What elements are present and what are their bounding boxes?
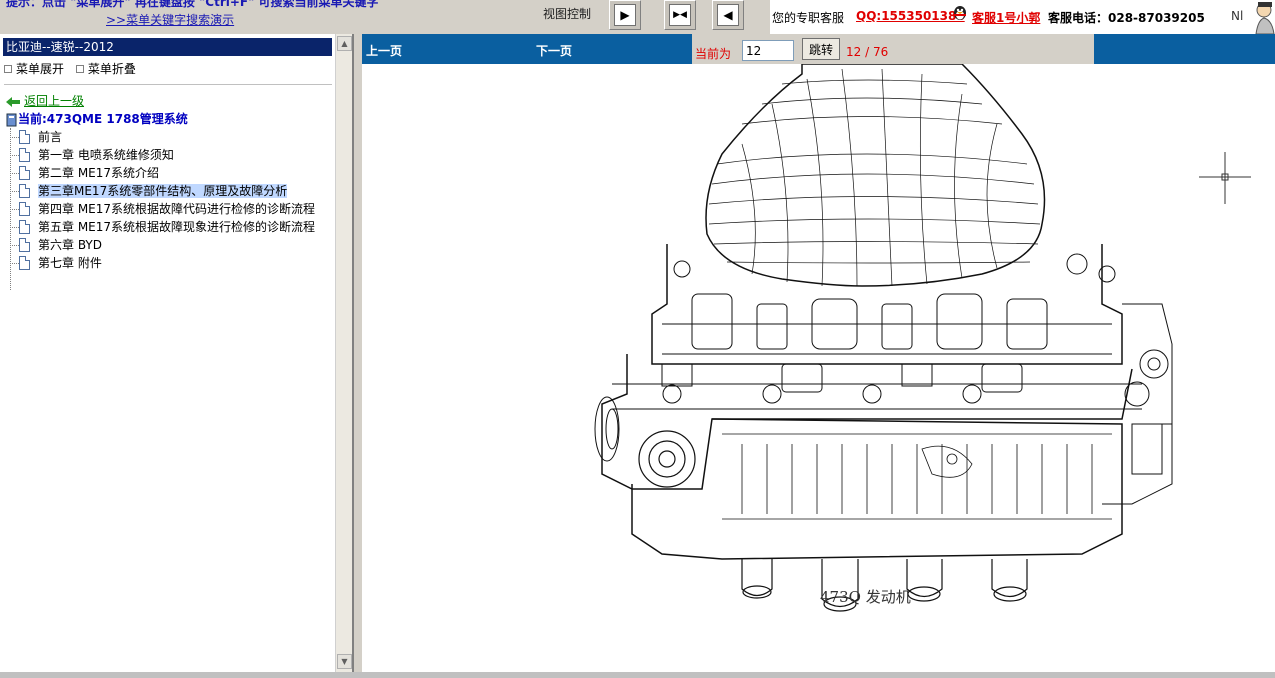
tree-item-chapter-2[interactable]: 第二章 ME17系统介绍 xyxy=(10,164,315,182)
menu-toggle-row: 菜单展开 菜单折叠 xyxy=(4,60,144,77)
content-pane: 上一页 下一页 当前为 跳转 12 / 76 xyxy=(362,34,1275,678)
menu-collapse-button[interactable]: 菜单折叠 xyxy=(75,62,136,76)
expand-box-icon xyxy=(4,64,12,73)
status-bar xyxy=(0,672,1275,678)
scroll-down-icon[interactable]: ▼ xyxy=(337,654,352,669)
tree-item-chapter-7[interactable]: 第七章 附件 xyxy=(10,254,315,272)
tree-item-chapter-6[interactable]: 第六章 BYD xyxy=(10,236,315,254)
document-icon xyxy=(19,130,30,144)
split-arrows-icon: ▶◀ xyxy=(673,9,687,20)
view-expand-right-button[interactable]: ▶ xyxy=(609,0,641,30)
tree-item-preface[interactable]: 前言 xyxy=(10,128,315,146)
next-page-button[interactable]: 下一页 xyxy=(536,42,572,59)
page-navigation-bar: 上一页 下一页 当前为 跳转 12 / 76 xyxy=(362,34,1275,64)
document-icon xyxy=(19,256,30,270)
page-number-input[interactable] xyxy=(742,40,794,61)
arrow-left-icon: ◀ xyxy=(723,8,733,22)
current-page-label: 当前为 xyxy=(695,47,732,61)
divider xyxy=(4,84,332,85)
qq-link[interactable]: QQ:1553501388 xyxy=(856,9,965,23)
back-link[interactable]: 返回上一级 xyxy=(6,92,84,109)
menu-expand-button[interactable]: 菜单展开 xyxy=(4,62,64,76)
document-icon xyxy=(19,220,30,234)
search-hint: 提示：点击 "菜单展开" 再在键盘按 "Ctrl+F" 可搜索当前菜单关键字 xyxy=(6,0,379,9)
document-icon xyxy=(19,166,30,180)
jump-button[interactable]: 跳转 xyxy=(802,38,840,60)
mascot-icon xyxy=(1255,2,1275,34)
current-location: 当前:473QME 1788管理系统 xyxy=(6,110,188,127)
tree-item-chapter-1[interactable]: 第一章 电喷系统维修须知 xyxy=(10,146,315,164)
service-label: 您的专职客服 xyxy=(772,11,845,25)
arrow-right-icon: ▶ xyxy=(620,8,630,22)
engine-diagram xyxy=(594,64,1251,612)
sidebar-scrollbar[interactable]: ▲ ▼ xyxy=(335,34,352,674)
figure-caption: 473Q 发动机 xyxy=(820,588,911,606)
qq-penguin-icon[interactable] xyxy=(950,2,970,22)
tree-item-chapter-3[interactable]: 第三章ME17系统零部件结构、原理及故障分析 xyxy=(10,182,315,200)
document-icon xyxy=(19,202,30,216)
book-icon xyxy=(6,113,17,126)
page-jump-box: 当前为 跳转 12 / 76 xyxy=(692,34,1094,64)
sidebar-title: 比亚迪--速锐--2012 xyxy=(3,38,332,56)
collapse-box-icon xyxy=(75,64,84,73)
page-count: 12 / 76 xyxy=(846,45,889,59)
top-toolbar: 提示：点击 "菜单展开" 再在键盘按 "Ctrl+F" 可搜索当前菜单关键字 >… xyxy=(0,0,1275,34)
document-icon xyxy=(19,148,30,162)
service-agent-link[interactable]: 客服1号小郭 xyxy=(972,9,1040,26)
service-phone: 客服电话：028-87039205 xyxy=(1048,11,1205,25)
scroll-up-icon[interactable]: ▲ xyxy=(337,36,352,51)
tree-item-chapter-4[interactable]: 第四章 ME17系统根据故障代码进行检修的诊断流程 xyxy=(10,200,315,218)
tree-item-chapter-5[interactable]: 第五章 ME17系统根据故障现象进行检修的诊断流程 xyxy=(10,218,315,236)
document-icon xyxy=(19,184,30,198)
view-expand-left-button[interactable]: ◀ xyxy=(712,0,744,30)
search-demo-link[interactable]: >>菜单关键字搜索演示 xyxy=(106,11,234,28)
view-control-label: 视图控制 xyxy=(543,7,592,21)
chapter-tree: 前言 第一章 电喷系统维修须知 第二章 ME17系统介绍 第三章ME17系统零部… xyxy=(10,128,315,272)
prev-page-button[interactable]: 上一页 xyxy=(366,42,402,59)
nl-label: Nl xyxy=(1231,9,1244,23)
view-split-button[interactable]: ▶◀ xyxy=(664,0,696,30)
back-arrow-icon xyxy=(6,96,20,107)
sidebar: 比亚迪--速锐--2012 菜单展开 菜单折叠 返回上一级 当前:473QME … xyxy=(0,34,354,678)
document-icon xyxy=(19,238,30,252)
customer-service-panel: 您的专职客服 QQ:1553501388 客服1号小郭 客服电话：028-870… xyxy=(770,0,1275,34)
nav-filler xyxy=(1094,34,1275,64)
